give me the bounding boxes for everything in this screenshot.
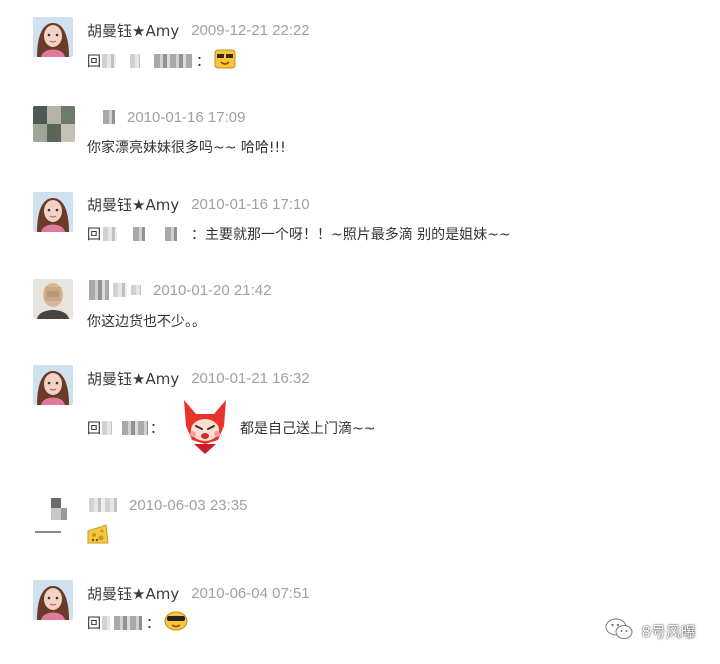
blurred-author-name[interactable] — [89, 498, 117, 512]
colon: ： — [196, 54, 210, 70]
comment-text: 都是自己送上门滴~~ — [240, 421, 376, 437]
comment-text: 你这边货也不少。。 — [87, 314, 206, 330]
reply-prefix: 回 — [87, 227, 101, 243]
blurred-username — [102, 421, 112, 435]
avatar[interactable] — [33, 106, 75, 142]
sunglasses-smiley-icon — [214, 49, 236, 73]
wechat-icon — [605, 618, 633, 644]
avatar[interactable] — [33, 279, 73, 319]
blurred-author-name[interactable] — [103, 110, 115, 124]
blurred-author-name[interactable] — [113, 283, 127, 297]
avatar[interactable] — [33, 580, 73, 620]
watermark-text: 8号风曝 — [641, 622, 696, 641]
author-name[interactable]: 胡曼钰★Amy — [87, 583, 179, 604]
colon: ： — [146, 616, 160, 632]
blurred-author-name[interactable] — [131, 285, 141, 295]
cool-face-emoji-icon — [164, 611, 188, 635]
comment-time: 2010-01-16 17:10 — [191, 195, 310, 213]
reply-prefix: 回 — [87, 421, 101, 437]
comment-text: 主要就那一个呀！！~照片最多滴 别的是姐妹~~ — [205, 227, 511, 243]
author-name[interactable]: 胡曼钰★Amy — [87, 194, 179, 215]
comment-time: 2010-06-04 07:51 — [191, 584, 310, 602]
colon: ： — [150, 421, 164, 437]
colon: ： — [191, 227, 205, 243]
avatar[interactable] — [33, 494, 73, 534]
comment-time: 2010-01-20 21:42 — [153, 281, 272, 299]
comment-time: 2010-01-16 17:09 — [127, 108, 246, 126]
watermark: 8号风曝 — [605, 618, 696, 644]
avatar[interactable] — [33, 192, 73, 232]
blurred-author-name[interactable] — [89, 280, 109, 300]
comment-time: 2009-12-21 22:22 — [191, 21, 310, 39]
comment-time: 2010-01-21 16:32 — [191, 369, 310, 387]
red-fox-emoji-icon — [180, 396, 230, 460]
avatar[interactable] — [33, 365, 73, 405]
reply-prefix: 回 — [87, 54, 101, 70]
cheese-emoji-icon — [86, 523, 110, 551]
blurred-username — [133, 227, 145, 241]
avatar[interactable] — [33, 17, 73, 57]
author-name[interactable]: 胡曼钰★Amy — [87, 368, 179, 389]
comment-text: 你家漂亮妹妹很多吗~~ 哈哈!!! — [87, 140, 286, 156]
blurred-username — [130, 54, 140, 68]
blurred-username — [165, 227, 177, 241]
author-name[interactable]: 胡曼钰★Amy — [87, 20, 179, 41]
blurred-username — [154, 54, 192, 68]
comment-time: 2010-06-03 23:35 — [129, 496, 248, 514]
blurred-username — [102, 616, 110, 630]
blurred-username — [114, 616, 142, 630]
reply-prefix: 回 — [87, 616, 101, 632]
blurred-username — [122, 421, 148, 435]
blurred-username — [103, 227, 117, 241]
blurred-username — [102, 54, 116, 68]
